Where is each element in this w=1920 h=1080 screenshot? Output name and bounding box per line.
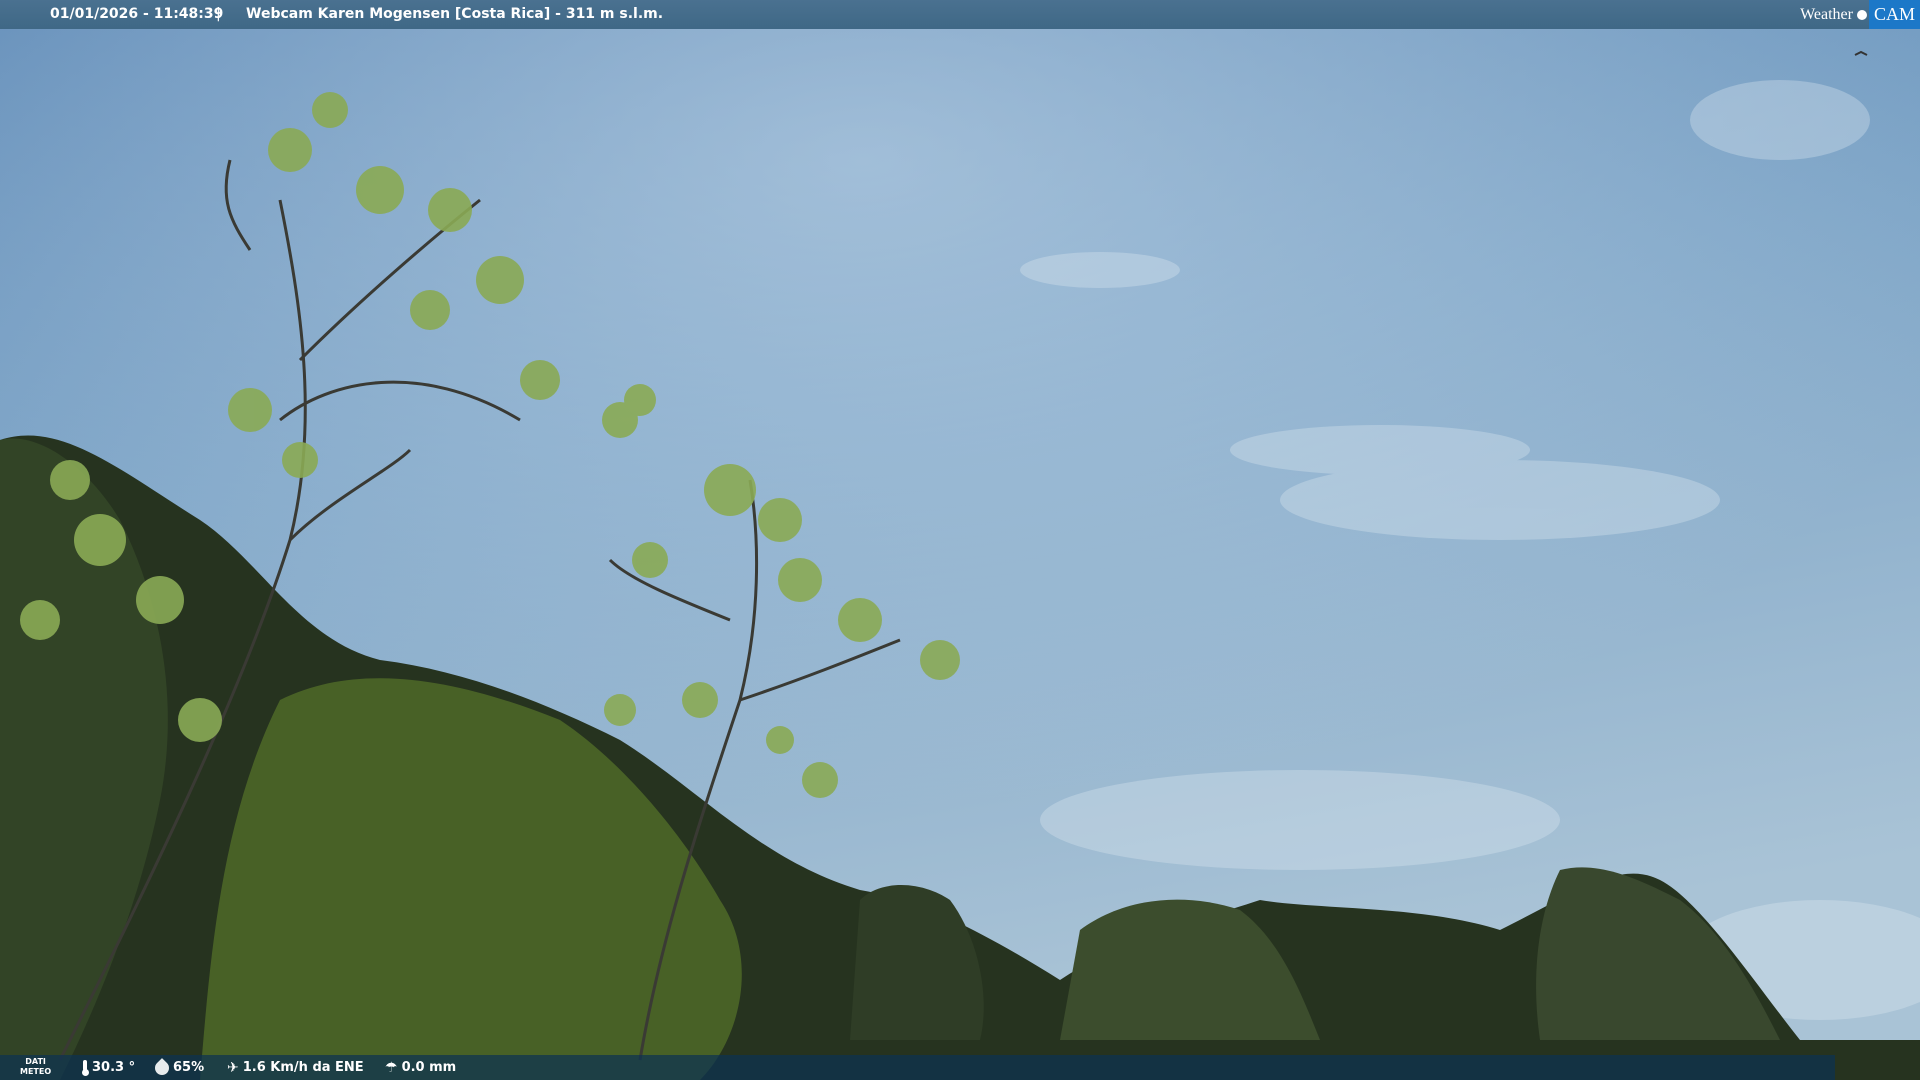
webcam-title: Webcam Karen Mogensen [Costa Rica] - 311…: [246, 6, 664, 22]
wind-readout: ✈ 1.6 Km/h da ENE: [227, 1059, 364, 1076]
weathercam-logo: Weather CAM: [1800, 0, 1920, 29]
rain-icon: ☂: [385, 1059, 398, 1076]
drop-icon: [152, 1057, 172, 1078]
thermometer-icon: [82, 1059, 89, 1076]
top-info-bar: 01/01/2026 - 11:48:39 | Webcam Karen Mog…: [0, 0, 1920, 29]
wind-icon: ✈: [227, 1059, 239, 1076]
separator: |: [216, 6, 221, 22]
dati-meteo-label: DATI METEO: [20, 1057, 52, 1076]
rain-readout: ☂ 0.0 mm: [385, 1059, 457, 1076]
logo-dot-icon: [1856, 9, 1867, 20]
temperature-readout: 30.3 °: [82, 1055, 135, 1080]
humidity-readout: 65%: [152, 1055, 204, 1080]
webcam-scene: [0, 0, 1920, 1080]
timestamp: 01/01/2026 - 11:48:39: [50, 6, 224, 22]
weather-data-bar: DATI METEO 30.3 ° 65% ✈ 1.6 Km/h da ENE …: [0, 1055, 1835, 1080]
